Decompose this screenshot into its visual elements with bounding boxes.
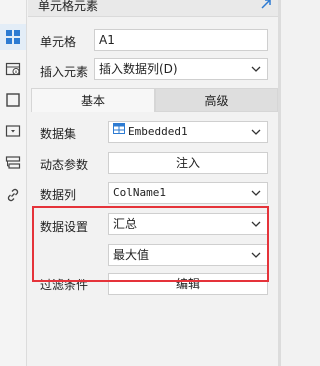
dataset-select[interactable]: Embedded1 (108, 121, 268, 143)
data-column-value: ColName1 (113, 186, 166, 199)
insert-element-label: 插入元素 (40, 65, 89, 79)
edit-filter-button[interactable]: 编辑 (108, 273, 268, 295)
inject-button[interactable]: 注入 (108, 152, 268, 174)
data-column-select[interactable]: ColName1 (108, 182, 268, 204)
chevron-down-icon[interactable] (245, 214, 267, 234)
cell-element-icon[interactable] (4, 28, 22, 46)
insert-element-select[interactable]: 插入数据列(D) (94, 58, 268, 80)
data-setting-label: 数据设置 (40, 220, 89, 234)
cell-attribute-icon[interactable] (4, 60, 22, 78)
border-icon[interactable] (4, 91, 22, 109)
chevron-down-icon[interactable] (245, 245, 267, 265)
aggregate-function-select[interactable]: 最大值 (108, 244, 268, 266)
cell-label: 单元格 (40, 35, 77, 49)
expand-arrow-icon[interactable] (260, 0, 272, 13)
property-tabs: 基本 高级 (31, 88, 278, 112)
hyperlink-icon[interactable] (4, 186, 22, 204)
chevron-down-icon[interactable] (245, 122, 267, 142)
panel-title: 单元格元素 (38, 0, 99, 13)
condition-attribute-icon[interactable] (4, 154, 22, 172)
widget-icon[interactable] (4, 122, 22, 140)
data-column-label: 数据列 (40, 188, 77, 202)
dataset-value: Embedded1 (128, 125, 188, 138)
panel-scrollbar-edge (278, 0, 281, 366)
dynamic-param-label: 动态参数 (40, 158, 89, 172)
data-setting-select[interactable]: 汇总 (108, 213, 268, 235)
cell-element-panel: 单元格元素 单元格 A1 插入元素 插入数据列(D) 基本 高级 数据集 Emb… (28, 0, 278, 366)
chevron-down-icon[interactable] (245, 183, 267, 203)
dataset-table-icon (113, 122, 125, 141)
tab-advanced[interactable]: 高级 (155, 88, 278, 112)
filter-condition-label: 过滤条件 (40, 278, 89, 292)
cell-element-panel-root: 单元格元素 单元格 A1 插入元素 插入数据列(D) 基本 高级 数据集 Emb… (0, 0, 281, 366)
aggregate-function-value: 最大值 (113, 248, 150, 262)
dataset-label: 数据集 (40, 127, 77, 141)
property-tool-strip (0, 0, 27, 366)
data-setting-value: 汇总 (113, 217, 138, 231)
panel-header: 单元格元素 (28, 0, 278, 17)
insert-element-value: 插入数据列(D) (99, 62, 178, 76)
tab-basic[interactable]: 基本 (31, 88, 155, 112)
chevron-down-icon[interactable] (245, 59, 267, 79)
cell-address-input[interactable]: A1 (94, 29, 268, 51)
